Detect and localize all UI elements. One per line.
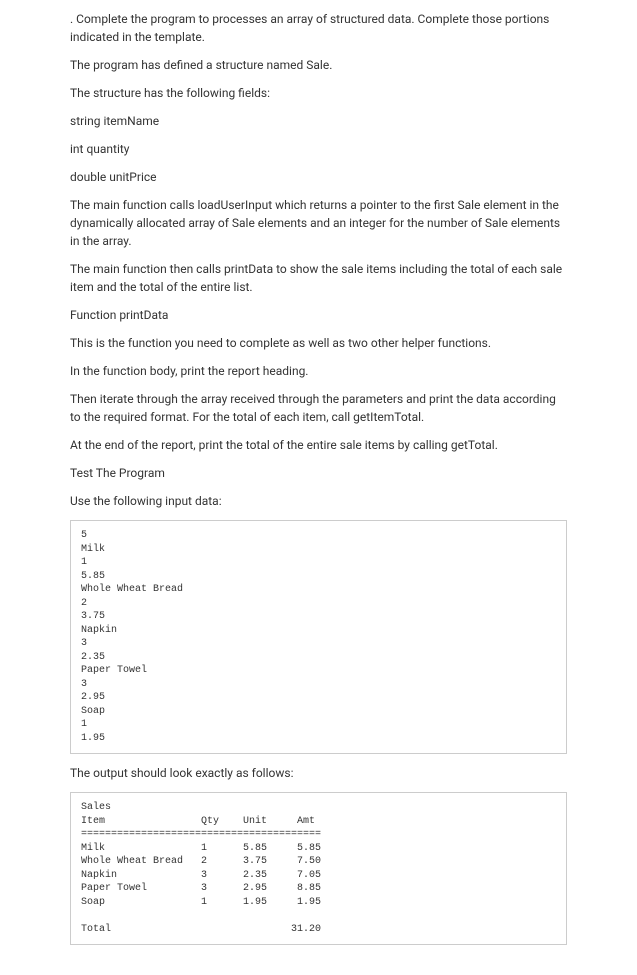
paragraph-output-label: The output should look exactly as follow… — [70, 764, 567, 782]
paragraph-structure-defined: The program has defined a structure name… — [70, 56, 567, 74]
paragraph-iterate-array: Then iterate through the array received … — [70, 390, 567, 426]
heading-test-program: Test The Program — [70, 464, 567, 482]
paragraph-loaduserinput: The main function calls loadUserInput wh… — [70, 196, 567, 250]
output-data-block: Sales Item Qty Unit Amt ================… — [70, 792, 567, 945]
paragraph-gettotal: At the end of the report, print the tota… — [70, 436, 567, 454]
paragraph-intro: . Complete the program to processes an a… — [70, 10, 567, 46]
paragraph-report-heading: In the function body, print the report h… — [70, 362, 567, 380]
field-quantity: int quantity — [70, 140, 567, 158]
document-page: . Complete the program to processes an a… — [0, 10, 637, 975]
input-data-block: 5 Milk 1 5.85 Whole Wheat Bread 2 3.75 N… — [70, 520, 567, 754]
heading-function-printdata: Function printData — [70, 306, 567, 324]
paragraph-input-label: Use the following input data: — [70, 492, 567, 510]
field-unitprice: double unitPrice — [70, 168, 567, 186]
paragraph-printdata-call: The main function then calls printData t… — [70, 260, 567, 296]
paragraph-complete-function: This is the function you need to complet… — [70, 334, 567, 352]
field-itemname: string itemName — [70, 112, 567, 130]
paragraph-fields-heading: The structure has the following fields: — [70, 84, 567, 102]
